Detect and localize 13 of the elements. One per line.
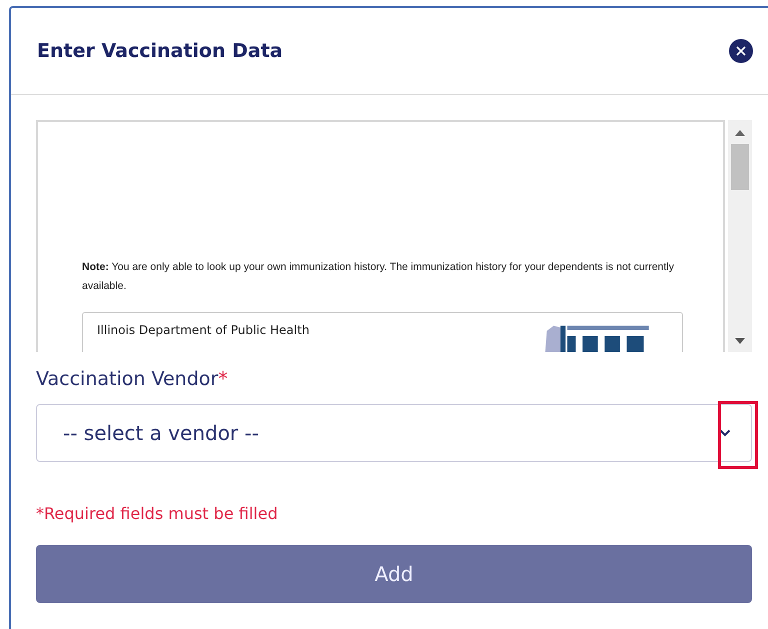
card-title: Illinois Department of Public Health [97,323,310,339]
chevron-down-icon [719,429,731,437]
required-mark: * [218,368,228,390]
close-icon[interactable] [729,39,753,63]
vendor-select[interactable]: -- select a vendor -- [36,404,752,462]
required-message: *Required fields must be filled [36,504,279,523]
scrollbar[interactable] [728,120,752,352]
note-text: Note: You are only able to look up your own immunization history. The immunization history for your dependents is not currently available. [82,260,676,294]
vendor-label: Vaccination Vendor [36,368,218,390]
scroll-up-icon[interactable] [735,130,745,136]
dialog-title: Enter Vaccination Data [37,40,283,62]
scroll-down-icon[interactable] [735,338,745,344]
scrollbar-thumb[interactable] [731,144,749,190]
